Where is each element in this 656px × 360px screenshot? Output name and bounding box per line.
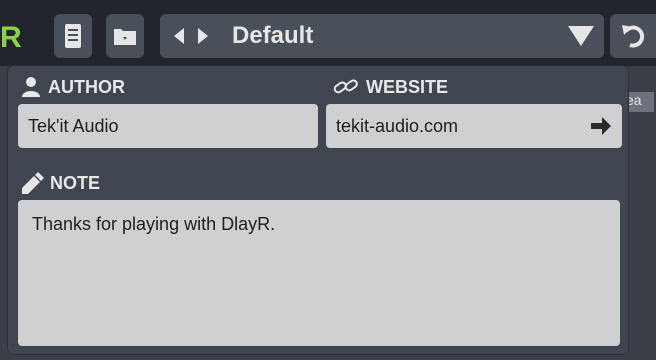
person-icon [22,77,40,97]
preset-info-popup: AUTHOR Tek'it Audio WEBSITE tekit-audio.… [8,66,628,354]
link-icon [333,79,358,94]
note-heading: NOTE [20,172,100,194]
logo: R [0,21,22,54]
triangle-right-icon[interactable] [198,28,208,44]
author-heading: AUTHOR [20,76,125,98]
preset-selector[interactable]: Default [160,14,604,58]
arrow-right-icon[interactable] [590,116,612,136]
note-text-area[interactable]: Thanks for playing with DlayR. [18,200,620,346]
author-label: AUTHOR [48,77,125,97]
triangle-left-icon[interactable] [174,28,184,44]
dropdown-triangle-icon[interactable] [568,26,594,46]
pencil-icon [22,172,44,194]
author-field[interactable]: Tek'it Audio [18,104,318,148]
website-value: tekit-audio.com [336,116,459,136]
note-label: NOTE [50,173,101,193]
undo-icon [622,25,645,48]
undo-button[interactable] [610,14,656,58]
folder-icon [114,29,136,45]
background-label: ea [626,92,654,112]
website-field[interactable]: tekit-audio.com [326,104,622,148]
website-heading: WEBSITE [332,76,448,98]
preset-folder-button[interactable] [106,14,144,58]
preset-name: Default [232,22,314,49]
preset-info-button[interactable] [54,14,92,58]
document-icon [65,24,81,48]
top-toolbar: R Default [0,0,656,66]
website-label: WEBSITE [366,77,449,97]
